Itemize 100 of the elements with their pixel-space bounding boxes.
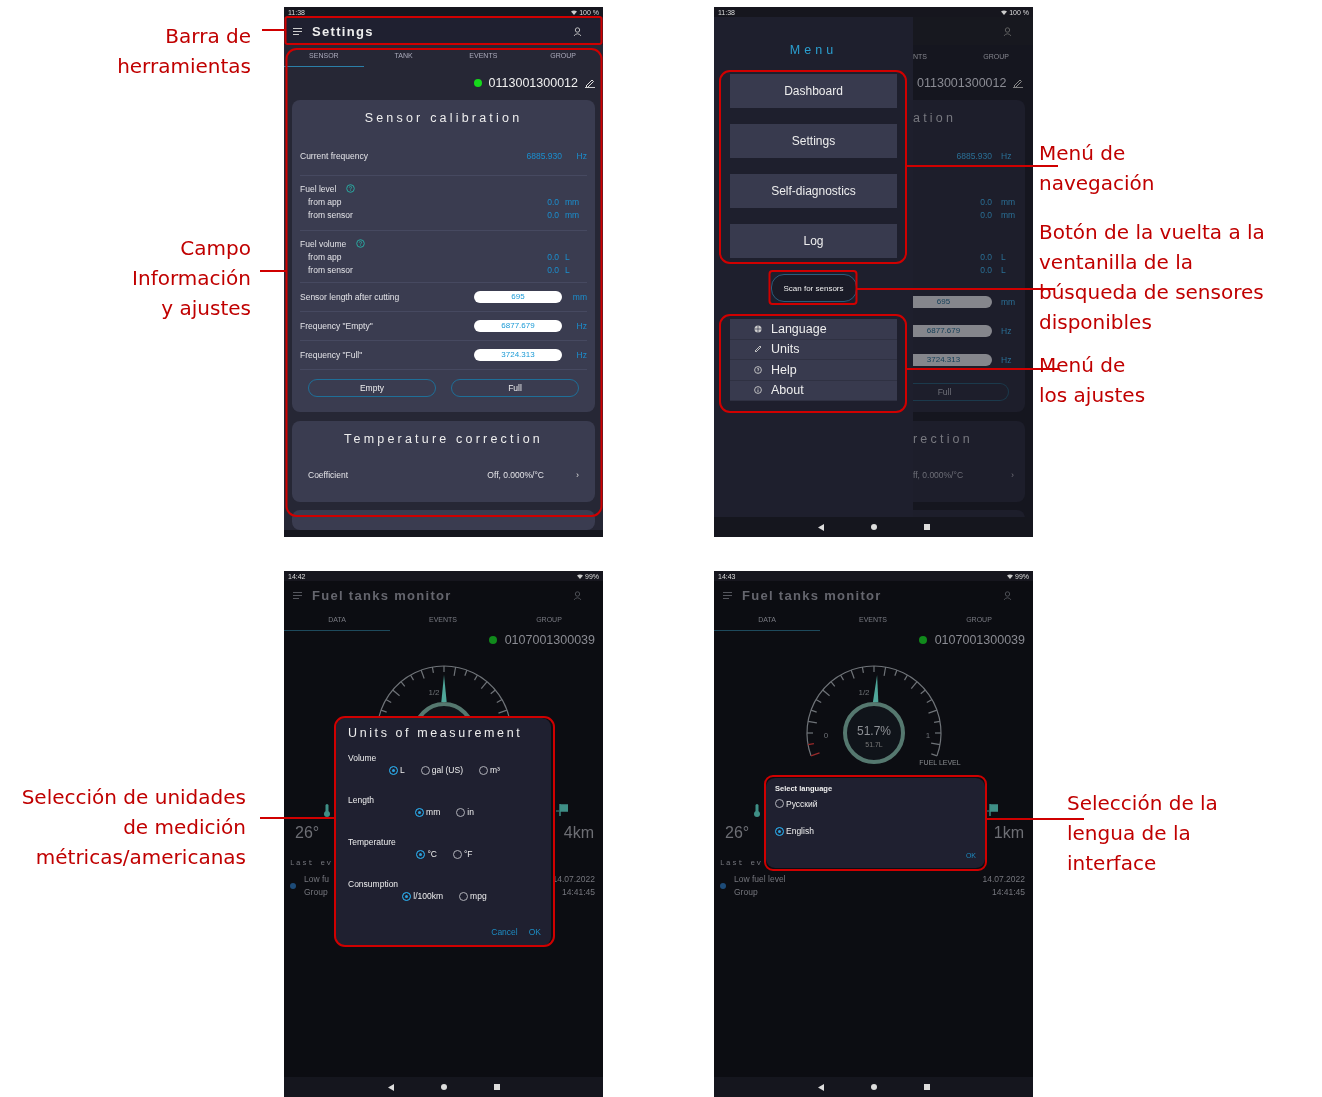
temperature-value: 26° (295, 824, 320, 842)
radio-option[interactable]: °F (452, 849, 473, 859)
flag-icon (986, 804, 998, 816)
unit-label: L (564, 264, 571, 275)
recents-icon[interactable] (493, 1084, 500, 1090)
unit-label: mm (1000, 296, 1016, 307)
pencil-icon[interactable] (1013, 78, 1024, 88)
menu-item[interactable]: Self-diagnostics (730, 174, 897, 208)
wifi-icon (1001, 9, 1008, 15)
menu-item[interactable]: About (730, 380, 897, 401)
unit-label: L (1000, 251, 1006, 262)
row-label: Coefficient (308, 470, 349, 480)
gauge-reading: 51.7% (856, 724, 891, 738)
event-date: 14.07.2022 (982, 873, 1025, 886)
group-label: Temperature (348, 837, 397, 849)
scan-button[interactable]: Scan for sensors (770, 274, 857, 302)
row-label: from app (308, 196, 343, 207)
row-label: Fuel level (300, 183, 337, 194)
callout-label: Botón de la vuelta a la ventanilla de la búsqueda de sensores disponibles (1039, 219, 1265, 336)
back-icon[interactable] (817, 1083, 824, 1091)
unit-label: Hz (575, 150, 587, 161)
account-icon[interactable] (573, 26, 582, 36)
menu-item[interactable]: Help (730, 360, 897, 381)
unit-label: Hz (1000, 151, 1012, 161)
callout-label: Barra de herramientas (117, 23, 251, 80)
radio-button[interactable] (402, 891, 412, 901)
row-value: 0.0 (547, 251, 560, 262)
chevron[interactable]: › (576, 470, 579, 480)
radio-option[interactable]: English (775, 824, 976, 838)
row-label: from app (308, 251, 343, 262)
dialog-button[interactable]: OK (528, 927, 541, 937)
group-label: Length (348, 795, 375, 807)
menu-item[interactable]: Dashboard (730, 74, 897, 108)
row-label: Sensor length after cutting (300, 292, 401, 302)
radio-option[interactable]: l/100km (402, 891, 444, 901)
radio-option[interactable]: mpg (459, 891, 487, 901)
menu-item[interactable]: Language (730, 319, 897, 340)
back-icon[interactable] (387, 1083, 394, 1091)
drawer-title: Menu (788, 42, 839, 59)
row-value: 0.0 (979, 264, 992, 275)
radio-button[interactable] (389, 765, 399, 775)
radio-option[interactable]: gal (US) (420, 765, 463, 775)
gauge-label: 1/2 (427, 688, 440, 697)
home-icon[interactable] (870, 1084, 877, 1090)
dialog-title: Units of measurement (348, 726, 524, 742)
menu-item[interactable]: Settings (730, 124, 897, 158)
event-date: 14.07.2022 (552, 873, 595, 886)
event-dot (720, 883, 726, 889)
flag-icon (556, 804, 568, 816)
home-icon[interactable] (440, 1084, 447, 1090)
callout-label: Selección de unidades de medición métricas/americanas (21, 784, 246, 871)
recents-icon[interactable] (923, 1084, 930, 1090)
radio-button[interactable] (415, 807, 425, 817)
group-label: Consumption (348, 879, 400, 891)
callout-label: Campo Información y ajustes (132, 235, 251, 322)
radio-option[interactable]: mm (415, 807, 441, 817)
sensor-id: 0113001300012 (488, 76, 578, 90)
row-label: Current frequency (300, 150, 370, 161)
row-value: ff, 0.000%/°C (913, 470, 964, 480)
card-title: Temperature correction (343, 431, 544, 448)
event-text: Low fuel level (734, 873, 786, 886)
help-icon[interactable] (346, 184, 356, 193)
gauge-label: 0 (823, 731, 828, 740)
unit-label: mm (564, 209, 581, 220)
toolbar-title: Settings (312, 23, 374, 39)
wifi-icon (1007, 573, 1013, 579)
unit-label: mm (1000, 196, 1016, 207)
menu-item[interactable]: Log (730, 224, 897, 258)
globe-icon (754, 324, 762, 333)
radio-option[interactable]: in (456, 807, 474, 817)
home-icon[interactable] (870, 524, 877, 530)
row-value: 0.0 (979, 209, 992, 220)
row-label: from sensor (308, 264, 354, 275)
unit-label: Hz (1000, 354, 1012, 365)
row-label: Frequency "Full" (300, 350, 364, 360)
radio-option[interactable]: °C (416, 849, 437, 859)
unit-label: mm (564, 196, 581, 207)
row-value: 6885.930 (955, 151, 992, 161)
recents-icon[interactable] (923, 524, 930, 530)
radio-button[interactable] (775, 826, 784, 836)
thermometer-icon (324, 803, 330, 817)
radio-option[interactable]: m³ (479, 765, 500, 775)
card-title: rection (913, 431, 974, 448)
unit-label: L (1000, 264, 1006, 275)
unit-label: mm (1000, 209, 1016, 220)
row-value: 0.0 (979, 196, 992, 207)
dialog-button[interactable]: Cancel (491, 927, 518, 937)
radio-option[interactable]: Русский (775, 796, 976, 811)
radio-option[interactable]: L (389, 765, 405, 775)
unit-label: Hz (575, 350, 587, 360)
radio-button[interactable] (416, 849, 426, 859)
leader-line (261, 29, 286, 31)
sensor-id: 0113001300012 (917, 76, 1007, 90)
wifi-icon (577, 573, 583, 579)
row-value: 6885.930 (526, 150, 562, 161)
temperature-value: 26° (725, 824, 750, 842)
help-icon[interactable] (356, 239, 366, 248)
back-icon[interactable] (817, 523, 824, 531)
leader-line (259, 270, 287, 272)
menu-item[interactable]: Units (730, 339, 897, 360)
